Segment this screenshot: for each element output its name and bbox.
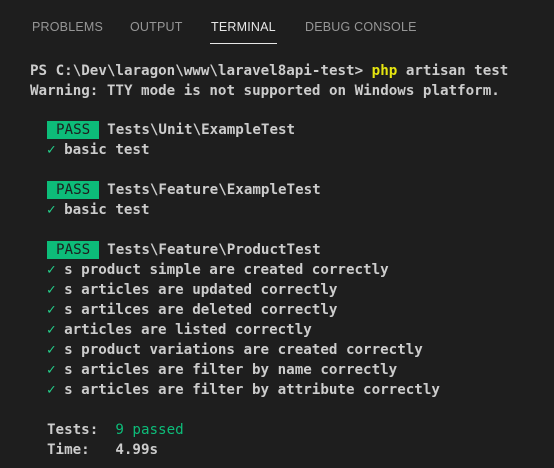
test-case-label: s product variations are created correct… xyxy=(64,342,423,358)
shell-prompt: PS C:\Dev\laragon\www\laravel8api-test> xyxy=(30,63,372,79)
pass-badge: PASS xyxy=(47,241,100,259)
check-icon: ✓ xyxy=(47,202,56,218)
command-args: artisan test xyxy=(397,63,509,79)
check-icon: ✓ xyxy=(47,142,56,158)
tests-passed-count: 9 passed xyxy=(115,422,184,438)
panel-tab-bar: PROBLEMS OUTPUT TERMINAL DEBUG CONSOLE xyxy=(0,8,554,50)
pass-badge: PASS xyxy=(47,121,100,139)
command-line: PS C:\Dev\laragon\www\laravel8api-test> … xyxy=(30,61,508,81)
check-icon: ✓ xyxy=(47,342,56,358)
check-icon: ✓ xyxy=(47,382,56,398)
check-icon: ✓ xyxy=(47,282,56,298)
test-case: ✓ s articles are filter by name correctl… xyxy=(47,360,397,380)
test-case: ✓ s articles are filter by attribute cor… xyxy=(47,380,440,400)
previous-panel-edge xyxy=(0,0,554,8)
test-case-label: s articles are updated correctly xyxy=(64,282,338,298)
test-case: ✓ basic test xyxy=(47,200,150,220)
test-case: ✓ s product variations are created corre… xyxy=(47,340,423,360)
command-name: php xyxy=(371,63,398,79)
terminal-output[interactable]: PS C:\Dev\laragon\www\laravel8api-test> … xyxy=(0,50,554,468)
suite-header: PASS Tests\Unit\ExampleTest xyxy=(47,120,295,140)
check-icon: ✓ xyxy=(47,262,56,278)
test-case-label: s articles are filter by name correctly xyxy=(64,362,398,378)
check-icon: ✓ xyxy=(47,302,56,318)
test-case-label: s artilces are deleted correctly xyxy=(64,302,338,318)
summary-time: Time: 4.99s xyxy=(47,440,158,460)
tab-output[interactable]: OUTPUT xyxy=(130,20,183,34)
suite-header: PASS Tests\Feature\ProductTest xyxy=(47,240,321,260)
test-case-label: s product simple are created correctly xyxy=(64,262,389,278)
time-label: Time: xyxy=(47,442,90,458)
suite-name: Tests\Unit\ExampleTest xyxy=(107,122,296,138)
suite-header: PASS Tests\Feature\ExampleTest xyxy=(47,180,321,200)
warning-line: Warning: TTY mode is not supported on Wi… xyxy=(30,83,500,99)
tab-terminal[interactable]: TERMINAL xyxy=(210,20,277,44)
suite-name: Tests\Feature\ExampleTest xyxy=(107,182,321,198)
check-icon: ✓ xyxy=(47,362,56,378)
pass-badge: PASS xyxy=(47,181,100,199)
tab-debug-console[interactable]: DEBUG CONSOLE xyxy=(305,20,417,34)
test-case: ✓ s product simple are created correctly xyxy=(47,260,389,280)
check-icon: ✓ xyxy=(47,322,56,338)
test-case: ✓ s artilces are deleted correctly xyxy=(47,300,337,320)
time-value: 4.99s xyxy=(115,442,159,458)
summary-tests: Tests: 9 passed xyxy=(47,420,184,440)
test-case-label: articles are listed correctly xyxy=(64,322,312,338)
test-case: ✓ articles are listed correctly xyxy=(47,320,312,340)
test-case-label: s articles are filter by attribute corre… xyxy=(64,382,440,398)
tests-label: Tests: xyxy=(47,422,99,438)
tab-problems[interactable]: PROBLEMS xyxy=(32,20,103,34)
test-case-label: basic test xyxy=(64,202,150,218)
suite-name: Tests\Feature\ProductTest xyxy=(107,242,321,258)
test-case: ✓ basic test xyxy=(47,140,150,160)
test-case: ✓ s articles are updated correctly xyxy=(47,280,337,300)
test-case-label: basic test xyxy=(64,142,150,158)
